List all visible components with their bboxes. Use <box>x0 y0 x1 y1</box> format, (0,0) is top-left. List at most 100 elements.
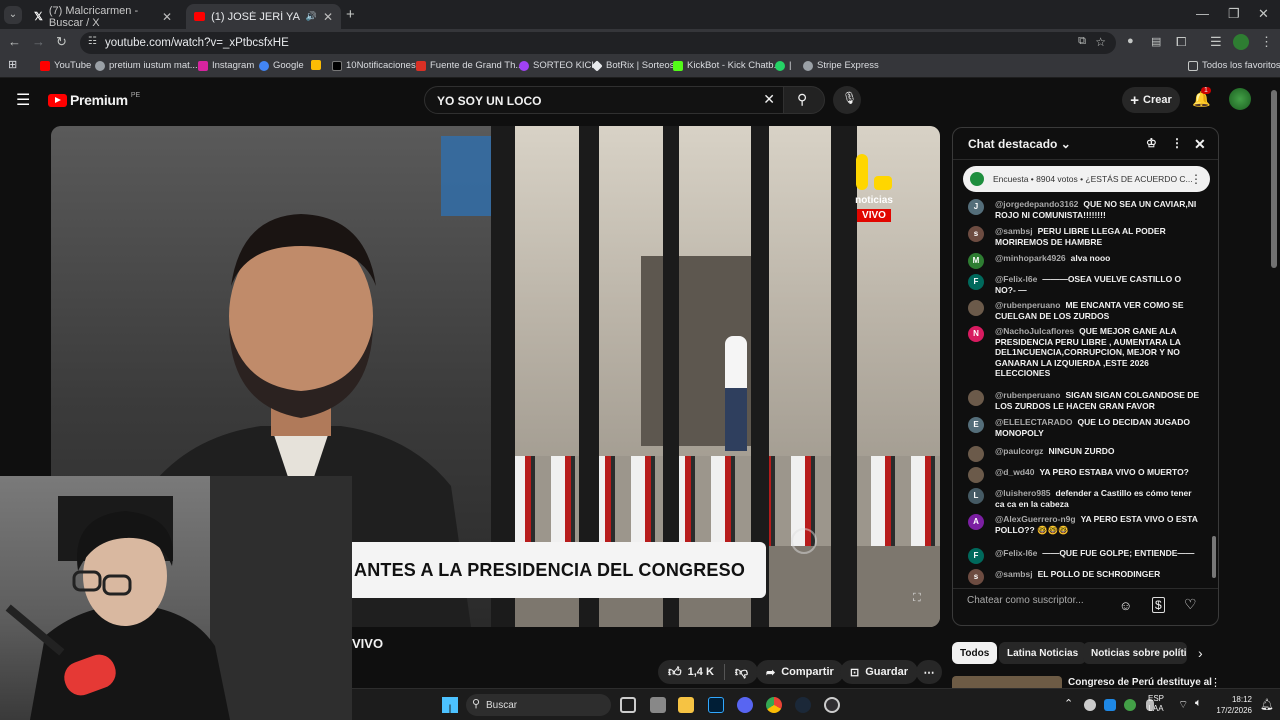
user-avatar[interactable]: E <box>968 417 984 433</box>
taskbar-search[interactable]: ⚲ Buscar <box>466 694 611 716</box>
user-avatar[interactable]: s <box>968 226 984 242</box>
super-chat-icon[interactable]: $ <box>1152 597 1165 613</box>
settings-gear-icon[interactable] <box>791 528 817 554</box>
chat-scrollbar[interactable] <box>1212 536 1216 578</box>
bookmark-instagram[interactable]: Instagram <box>198 60 254 71</box>
window-close-icon[interactable]: ✕ <box>1258 6 1269 22</box>
wifi-icon[interactable]: ⌔ <box>1178 698 1188 712</box>
extension-icon[interactable]: ● <box>1127 35 1134 47</box>
bookmark-10notificaciones[interactable]: 10Notificaciones <box>332 60 416 71</box>
chat-author[interactable]: @luishero985 <box>995 488 1051 498</box>
tray-chevron-icon[interactable]: ⌃ <box>1064 697 1073 710</box>
obs-icon[interactable] <box>824 697 840 713</box>
bookmark-google[interactable]: Google <box>259 60 304 71</box>
crown-icon[interactable]: ♔ <box>1146 136 1157 150</box>
chat-author[interactable]: @sambsj <box>995 569 1033 579</box>
back-icon[interactable]: ← <box>8 34 21 49</box>
search-button[interactable]: ⚲ <box>783 86 825 114</box>
more-vert-icon[interactable]: ⋮ <box>1171 136 1183 150</box>
close-chat-icon[interactable]: ✕ <box>1194 136 1206 153</box>
bookmark-pretium[interactable]: pretium iustum mat... <box>95 60 198 71</box>
user-avatar[interactable]: F <box>968 274 984 290</box>
app-icon[interactable] <box>650 697 666 713</box>
bookmark-stripe[interactable]: Stripe Express <box>803 60 879 71</box>
chat-input[interactable]: Chatear como suscriptor... <box>967 595 1117 606</box>
bookmark-kickbot[interactable]: KickBot - Kick Chatb... <box>673 60 782 71</box>
restore-icon[interactable]: ❐ <box>1228 6 1240 22</box>
notification-center-icon[interactable]: 🔔︎ <box>1260 698 1274 711</box>
minimize-icon[interactable]: — <box>1196 6 1209 21</box>
notifications-button[interactable]: 🔔 1 <box>1192 87 1211 108</box>
account-avatar[interactable] <box>1229 88 1251 110</box>
bookmark-youtube[interactable]: YouTube <box>40 60 91 71</box>
related-thumbnail[interactable] <box>952 676 1062 688</box>
share-button[interactable]: ➦ Compartir <box>756 660 844 684</box>
reload-icon[interactable]: ↻ <box>56 34 67 50</box>
address-bar[interactable]: ☷ youtube.com/watch?v=_xPtbcsfxHE ⧉ ☆ <box>80 32 1116 54</box>
save-button[interactable]: ⊡ Guardar <box>840 660 919 684</box>
user-avatar[interactable]: N <box>968 326 984 342</box>
user-avatar[interactable]: A <box>968 514 984 530</box>
pinned-poll[interactable]: Encuesta • 8904 votos • ¿ESTÁS DE ACUERD… <box>963 166 1210 192</box>
install-icon[interactable]: ⧉ <box>1078 35 1086 48</box>
user-avatar[interactable]: J <box>968 199 984 215</box>
user-avatar[interactable]: s <box>968 569 984 585</box>
user-avatar[interactable] <box>968 390 984 406</box>
tab-twitter[interactable]: 𝕏 (7) Malcricarmen - Buscar / X ✕ <box>26 4 180 29</box>
tray-app-icon[interactable] <box>1124 699 1136 711</box>
chat-author[interactable]: @Felix-l6e <box>995 274 1037 284</box>
site-info-icon[interactable]: ☷ <box>88 36 97 47</box>
hamburger-menu-icon[interactable]: ☰ <box>16 90 30 110</box>
thumbs-down-icon[interactable]: 👎︎ <box>735 664 748 680</box>
chip-latina-noticias[interactable]: Latina Noticias <box>999 642 1087 664</box>
chip-all[interactable]: Todos <box>952 642 998 664</box>
speaker-icon[interactable]: 🔊 <box>306 11 317 22</box>
bookmark-sorteo-kick[interactable]: SORTEO KICK <box>519 60 598 71</box>
search-input[interactable]: YO SOY UN LOCO ✕ <box>424 86 784 114</box>
close-icon[interactable]: ✕ <box>162 10 172 24</box>
chat-author[interactable]: @jorgedepando3162 <box>995 199 1078 209</box>
chrome-icon[interactable] <box>766 697 782 713</box>
user-avatar[interactable] <box>968 446 984 462</box>
language-indicator[interactable]: ESP LAA <box>1148 694 1164 714</box>
more-actions-button[interactable]: ⋯ <box>916 660 942 684</box>
bookmark-whatsapp[interactable]: | <box>775 60 791 71</box>
youtube-logo[interactable]: Premium PE <box>48 92 140 108</box>
chat-author[interactable]: @rubenperuano <box>995 390 1060 400</box>
create-button[interactable]: + Crear <box>1122 87 1180 113</box>
close-icon[interactable]: ✕ <box>323 10 333 24</box>
bookmark-botrix[interactable]: BotRix | Sorteos <box>591 59 674 72</box>
chat-author[interactable]: @paulcorgz <box>995 446 1043 456</box>
extension-icon[interactable]: ▤ <box>1151 35 1161 48</box>
forward-icon[interactable]: → <box>32 34 45 49</box>
chat-author[interactable]: @sambsj <box>995 226 1033 236</box>
star-icon[interactable]: ☆ <box>1095 35 1106 49</box>
task-view-icon[interactable] <box>620 697 636 713</box>
chips-next-icon[interactable]: › <box>1198 645 1203 661</box>
tab-search-icon[interactable]: ⌄ <box>4 6 22 24</box>
chat-author[interactable]: @minhopark4926 <box>995 253 1066 263</box>
photoshop-icon[interactable] <box>708 697 724 713</box>
bookmark-gta-font[interactable]: Fuente de Grand Th... <box>416 60 523 71</box>
user-avatar[interactable]: L <box>968 488 984 504</box>
reading-list-icon[interactable]: ☰ <box>1210 34 1222 50</box>
file-explorer-icon[interactable] <box>678 697 694 713</box>
chat-author[interactable]: @ELELECTARADO <box>995 417 1073 427</box>
new-tab-button[interactable]: + <box>346 6 355 23</box>
emoji-icon[interactable]: ☺ <box>1119 598 1132 613</box>
heart-icon[interactable]: ♡ <box>1184 596 1197 613</box>
chat-mode-dropdown[interactable]: Chat destacado ⌄ <box>968 137 1071 151</box>
steam-icon[interactable] <box>795 697 811 713</box>
chat-author[interactable]: @Felix-l6e <box>995 548 1037 558</box>
chat-author[interactable]: @d_wd40 <box>995 467 1034 477</box>
clock[interactable]: 18:12 17/2/2026 <box>1216 694 1252 716</box>
clear-search-icon[interactable]: ✕ <box>763 91 775 108</box>
bookmark-multicolor[interactable] <box>311 60 321 70</box>
related-title[interactable]: Congreso de Perú destituye al <box>1068 677 1212 688</box>
start-icon[interactable] <box>442 697 458 713</box>
user-avatar[interactable] <box>968 300 984 316</box>
page-scrollbar[interactable] <box>1271 90 1277 268</box>
like-button[interactable]: 👍︎ 1,4 K 👎︎ <box>658 660 759 684</box>
chip-politica[interactable]: Noticias sobre política <box>1083 642 1187 664</box>
all-bookmarks-folder[interactable]: Todos los favoritos <box>1188 60 1280 71</box>
